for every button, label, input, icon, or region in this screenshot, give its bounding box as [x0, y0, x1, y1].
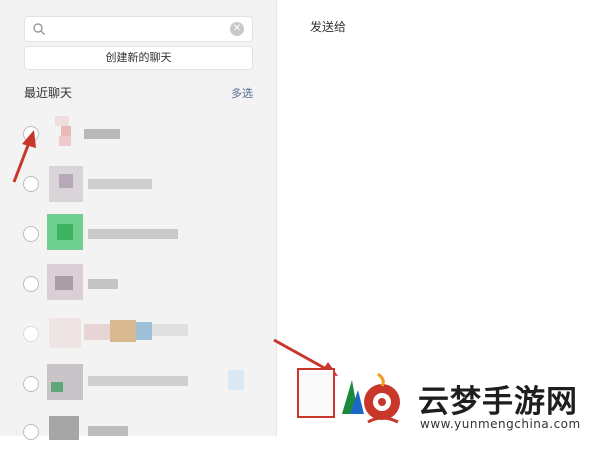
avatar: [47, 116, 83, 152]
select-radio[interactable]: [23, 276, 39, 292]
list-item[interactable]: [0, 362, 276, 406]
watermark-text: 云梦手游网: [418, 384, 578, 420]
contact-image: [110, 320, 136, 342]
contact-name: [88, 376, 188, 386]
send-to-label: 发送给: [310, 20, 347, 34]
watermark-logo: [342, 372, 400, 424]
contact-image: [228, 370, 244, 390]
avatar: [47, 214, 83, 250]
contact-name: [88, 279, 118, 289]
select-radio[interactable]: [23, 226, 39, 242]
contact-name: [84, 324, 110, 340]
avatar: [47, 318, 83, 354]
clear-icon[interactable]: ✕: [230, 22, 244, 36]
select-radio[interactable]: [23, 424, 39, 440]
contact-image: [136, 322, 152, 340]
select-radio[interactable]: [23, 376, 39, 392]
list-item[interactable]: [0, 312, 276, 356]
contact-name: [88, 426, 128, 436]
avatar: [47, 264, 83, 300]
multi-select-link[interactable]: 多选: [231, 85, 253, 101]
select-radio[interactable]: [23, 326, 39, 342]
chat-picker-panel: ✕ 创建新的聊天 最近聊天 多选: [0, 0, 277, 440]
list-item[interactable]: [0, 262, 276, 306]
contact-name: [84, 129, 120, 139]
contact-name: [88, 229, 178, 239]
contact-name: [152, 324, 188, 336]
new-chat-button[interactable]: 创建新的聊天: [24, 46, 253, 70]
send-button-highlight[interactable]: [297, 368, 335, 418]
list-item[interactable]: [0, 412, 276, 456]
annotation-arrow: [12, 130, 36, 183]
avatar: [47, 166, 83, 202]
search-input[interactable]: [51, 20, 231, 40]
list-item[interactable]: [0, 212, 276, 256]
watermark-url: www.yunmengchina.com: [420, 417, 581, 431]
recent-chats-title: 最近聊天: [24, 86, 73, 100]
avatar: [47, 416, 83, 452]
search-icon: [33, 23, 45, 35]
search-box[interactable]: ✕: [24, 16, 253, 42]
avatar: [47, 364, 83, 400]
contact-name: [88, 179, 152, 189]
